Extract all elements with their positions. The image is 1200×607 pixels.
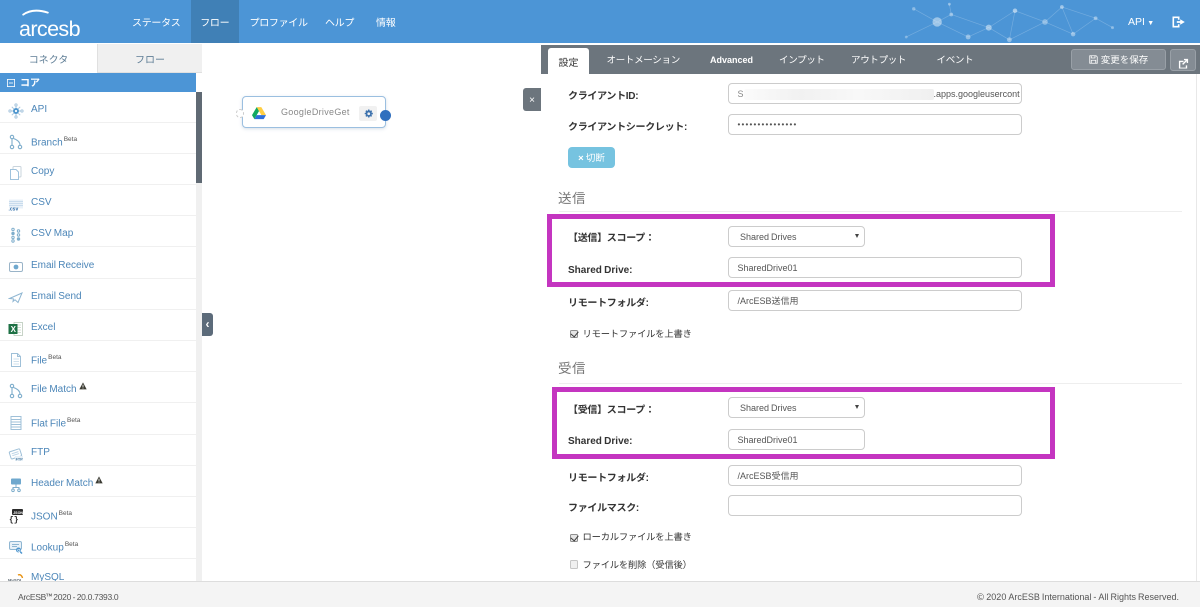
svg-text:{}: {} — [9, 516, 19, 524]
svg-text:.csv: .csv — [9, 207, 19, 213]
svg-text:X: X — [11, 325, 17, 334]
svg-text:FTP: FTP — [16, 457, 24, 461]
svg-text:Q: Q — [17, 548, 20, 553]
svg-text:JSON: JSON — [13, 511, 23, 515]
